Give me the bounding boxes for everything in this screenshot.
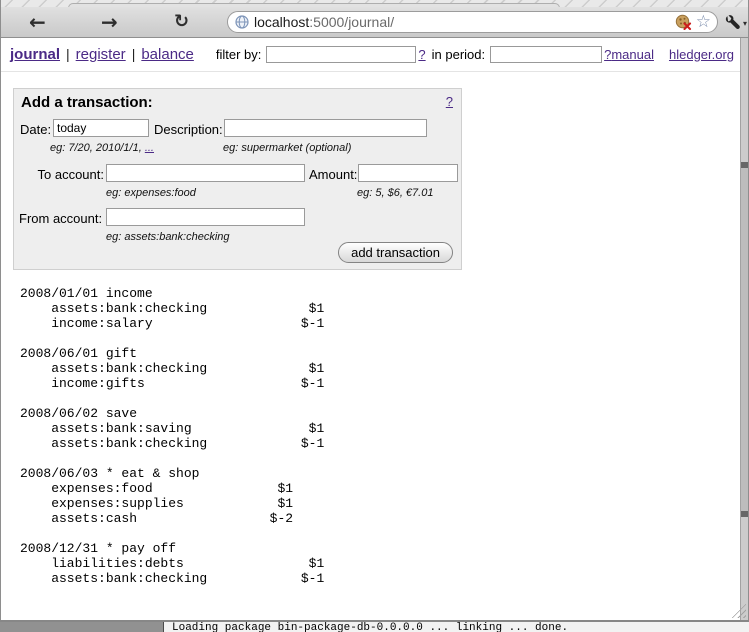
resize-grip[interactable] <box>731 603 746 618</box>
terminal-output-text: Loading package bin-package-db-0.0.0.0 .… <box>172 622 568 632</box>
window-left-edge <box>0 0 1 621</box>
add-transaction-button[interactable]: add transaction <box>338 242 453 263</box>
hledger-nav: journal | register | balance filter by: … <box>10 42 733 66</box>
background-strip: Loading package bin-package-db-0.0.0.0 .… <box>0 622 749 632</box>
url-path: :5000/journal/ <box>309 14 394 30</box>
terminal-window-strip: Loading package bin-package-db-0.0.0.0 .… <box>163 622 749 632</box>
amount-input[interactable] <box>358 164 458 182</box>
globe-icon <box>235 15 249 29</box>
nav-separator: | <box>132 46 136 62</box>
vertical-scrollbar[interactable] <box>740 38 748 620</box>
description-input[interactable] <box>224 119 427 137</box>
cookie-blocked-icon[interactable] <box>675 14 692 30</box>
browser-window: ← → ↻ localhost:5000/journal/ ☆ <box>0 0 749 632</box>
amount-label: Amount: <box>309 167 357 182</box>
filter-help-link[interactable]: ? <box>418 47 425 62</box>
period-help-link[interactable]: ? <box>604 47 611 62</box>
period-input[interactable] <box>490 46 602 63</box>
menu-dropdown-arrow-icon: ▾ <box>743 19 747 28</box>
journal-text: 2008/01/01 income assets:bank:checking $… <box>20 286 324 586</box>
date-hint-text: eg: 7/20, 2010/1/1, <box>50 142 145 154</box>
add-transaction-form: Add a transaction: ? Date: Description: … <box>13 88 462 270</box>
to-account-label: To account: <box>22 167 104 182</box>
date-hint-more-link[interactable]: ... <box>145 142 154 154</box>
bookmark-star-icon[interactable]: ☆ <box>696 14 711 30</box>
description-hint: eg: supermarket (optional) <box>223 142 351 154</box>
from-account-label: From account: <box>19 211 102 226</box>
filter-input[interactable] <box>266 46 416 63</box>
to-account-input[interactable] <box>106 164 305 182</box>
manual-link[interactable]: manual <box>611 47 654 62</box>
url-text[interactable]: localhost:5000/journal/ <box>254 14 394 30</box>
url-host: localhost <box>254 14 309 30</box>
browser-menu-button[interactable]: ▾ <box>724 15 747 31</box>
back-button[interactable]: ← <box>29 9 46 35</box>
nav-separator: | <box>66 46 70 62</box>
form-help-link[interactable]: ? <box>446 94 453 109</box>
browser-toolbar: ← → ↻ localhost:5000/journal/ ☆ <box>0 7 749 38</box>
form-title: Add a transaction: <box>21 94 153 111</box>
date-input[interactable] <box>53 119 149 137</box>
url-bar[interactable]: localhost:5000/journal/ ☆ <box>227 11 718 33</box>
nav-link-register[interactable]: register <box>76 46 126 63</box>
description-label: Description: <box>154 122 223 137</box>
hledger-org-link[interactable]: hledger.org <box>669 47 734 62</box>
in-period-label: in period: <box>432 47 485 62</box>
reload-button[interactable]: ↻ <box>174 9 189 35</box>
date-hint: eg: 7/20, 2010/1/1, ... <box>50 142 154 154</box>
nav-link-balance[interactable]: balance <box>141 46 194 63</box>
from-account-hint: eg: assets:bank:checking <box>106 231 230 243</box>
forward-button[interactable]: → <box>101 9 118 35</box>
wrench-icon <box>724 15 741 31</box>
nav-link-journal[interactable]: journal <box>10 46 60 63</box>
to-account-hint: eg: expenses:food <box>106 187 196 199</box>
from-account-input[interactable] <box>106 208 305 226</box>
filter-by-label: filter by: <box>216 47 262 62</box>
amount-hint: eg: 5, $6, €7.01 <box>357 187 433 199</box>
date-label: Date: <box>20 122 51 137</box>
nav-divider <box>0 71 741 72</box>
